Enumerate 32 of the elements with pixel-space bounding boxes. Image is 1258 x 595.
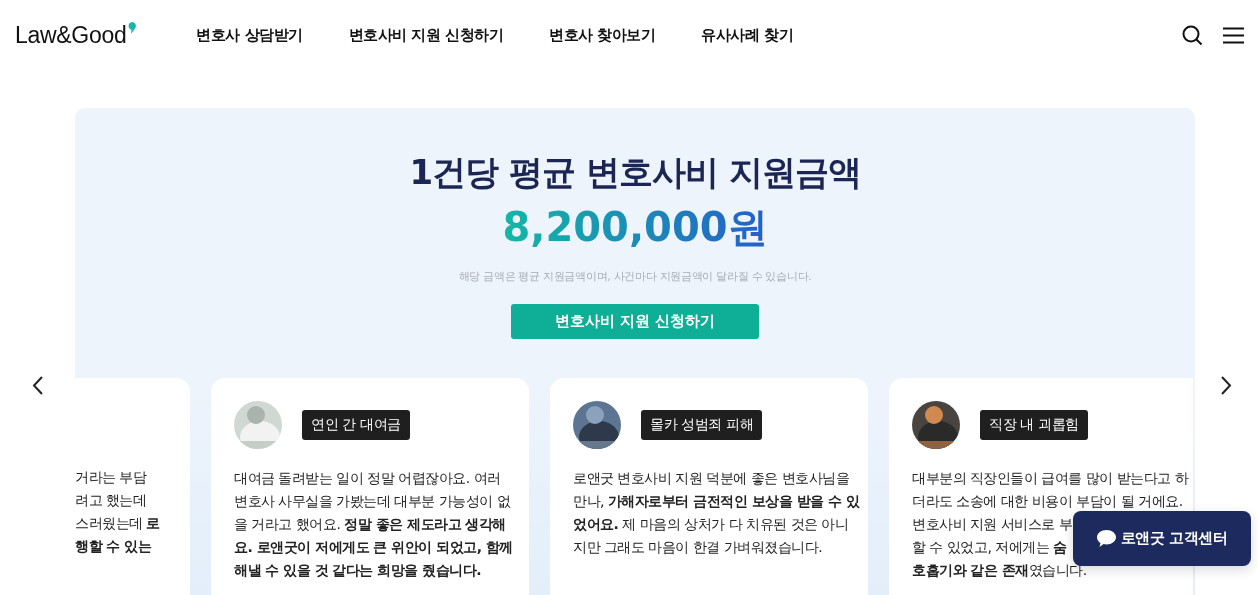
review-text-line: 대부분의 직장인들이 급여를 많이 받는다고 하 — [912, 469, 1189, 488]
review-text-line: 행할 수 있는 — [75, 537, 152, 556]
review-text-line: 대여금 돌려받는 일이 정말 어렵잖아요. 여러 — [234, 469, 501, 488]
review-text-line: 할 수 있었고, 저에게는 숨 — [912, 538, 1067, 557]
chat-bubble-icon — [1096, 530, 1116, 547]
search-icon[interactable] — [1182, 24, 1203, 46]
nav-link[interactable]: 변호사 상담받기 — [196, 25, 303, 45]
review-text-line: 려고 했는데 — [75, 491, 147, 510]
category-tag: 몰카 성범죄 피해 — [641, 410, 763, 440]
note-text: 해당 금액은 평균 지원금액이며, 사건마다 지원금액이 달라질 수 있습니다. — [458, 269, 812, 284]
support-button[interactable]: 로앤굿 고객센터 — [1073, 511, 1251, 566]
nav-link[interactable]: 변호사 찾아보기 — [549, 25, 656, 45]
hero-title: 1건당 평균 변호사비 지원금액 — [409, 151, 861, 194]
review-text-line: 로앤굿 변호사비 지원 덕분에 좋은 변호사님을 — [573, 469, 850, 488]
review-text-line: 변호사 사무실을 가봤는데 대부분 가능성이 없 — [234, 492, 511, 511]
logo[interactable]: Law&Good — [15, 21, 137, 49]
menu-icon[interactable] — [1223, 26, 1244, 44]
review-text-line: 스러웠는데 로 — [75, 514, 160, 533]
review-text-line: 변호사비 지원 서비스로 부 — [912, 515, 1073, 534]
nav-link[interactable]: 유사사례 찾기 — [701, 25, 794, 45]
review-text-line: 만나, 가해자로부터 금전적인 보상을 받을 수 있 — [573, 492, 860, 511]
logo-mark-icon — [128, 21, 137, 34]
review-text-line: 을 거라고 했어요. 정말 좋은 제도라고 생각해 — [234, 515, 506, 534]
review-text-line: 었어요. 제 마음의 상처가 다 치유된 것은 아니 — [573, 515, 849, 534]
category-tag: 직장 내 괴롭힘 — [980, 410, 1088, 440]
category-tag: 연인 간 대여금 — [302, 410, 410, 440]
review-text-line: 더라도 소송에 대한 비용이 부담이 될 거에요. — [912, 492, 1183, 511]
review-text-line: 해낼 수 있을 것 같다는 희망을 줬습니다. — [234, 561, 482, 580]
review-text-line: 거라는 부담 — [75, 468, 147, 487]
review-text-line: 지만 그래도 마음이 한결 가벼워졌습니다. — [573, 538, 823, 557]
review-text-line: 요. 로앤굿이 저에게도 큰 위안이 되었고, 함께 — [234, 538, 513, 557]
nav-link[interactable]: 변호사비 지원 신청하기 — [348, 25, 504, 45]
